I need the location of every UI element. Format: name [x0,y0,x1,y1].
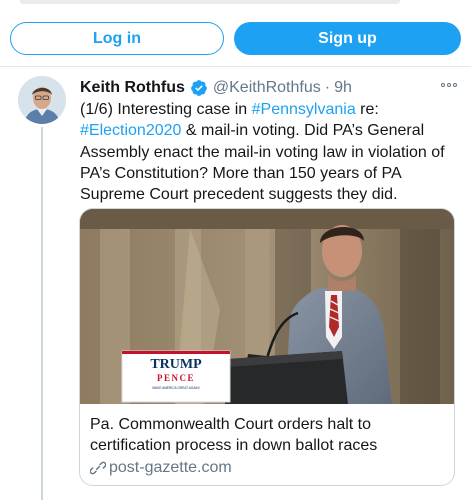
card-domain-row: post-gazette.com [90,459,232,477]
more-options-icon[interactable] [441,81,457,89]
link-preview-card[interactable]: TRUMP PENCE MAKE AMERICA GREAT AGAIN! Pa… [79,208,455,486]
sign-pence-text: PENCE [157,373,195,383]
signup-button[interactable]: Sign up [234,22,461,55]
tweet-timestamp[interactable]: 9h [334,79,352,97]
hashtag-pennsylvania-link[interactable]: #Pennsylvania [252,101,356,118]
sign-trump-text: TRUMP [150,357,202,372]
login-button[interactable]: Log in [10,22,224,55]
link-icon [90,461,106,475]
tweet-header: Keith Rothfus @KeithRothfus · 9h [80,77,431,99]
tweet-text: (1/6) Interesting case in #Pennsylvania … [80,99,458,205]
card-title: Pa. Commonwealth Court orders halt to ce… [90,416,378,454]
top-bar: Log in Sign up [0,0,471,66]
author-handle[interactable]: @KeithRothfus [213,79,321,97]
verified-badge-icon [190,79,208,97]
author-name[interactable]: Keith Rothfus [80,79,185,97]
scroll-residue [20,0,400,4]
separator-dot: · [324,79,331,96]
campaign-sign: TRUMP PENCE MAKE AMERICA GREAT AGAIN! [121,350,231,403]
thread-line [41,127,43,500]
header-divider [0,66,471,67]
tweet-text-segment: (1/6) Interesting case in [80,101,252,118]
hashtag-election2020-link[interactable]: #Election2020 [80,122,181,139]
avatar-photo [18,76,66,124]
tweet-text-segment: re: [355,101,379,118]
card-image: TRUMP PENCE MAKE AMERICA GREAT AGAIN! [80,209,454,404]
card-domain: post-gazette.com [109,459,232,476]
sign-slogan-text: MAKE AMERICA GREAT AGAIN! [152,386,199,390]
author-avatar[interactable] [18,76,66,124]
